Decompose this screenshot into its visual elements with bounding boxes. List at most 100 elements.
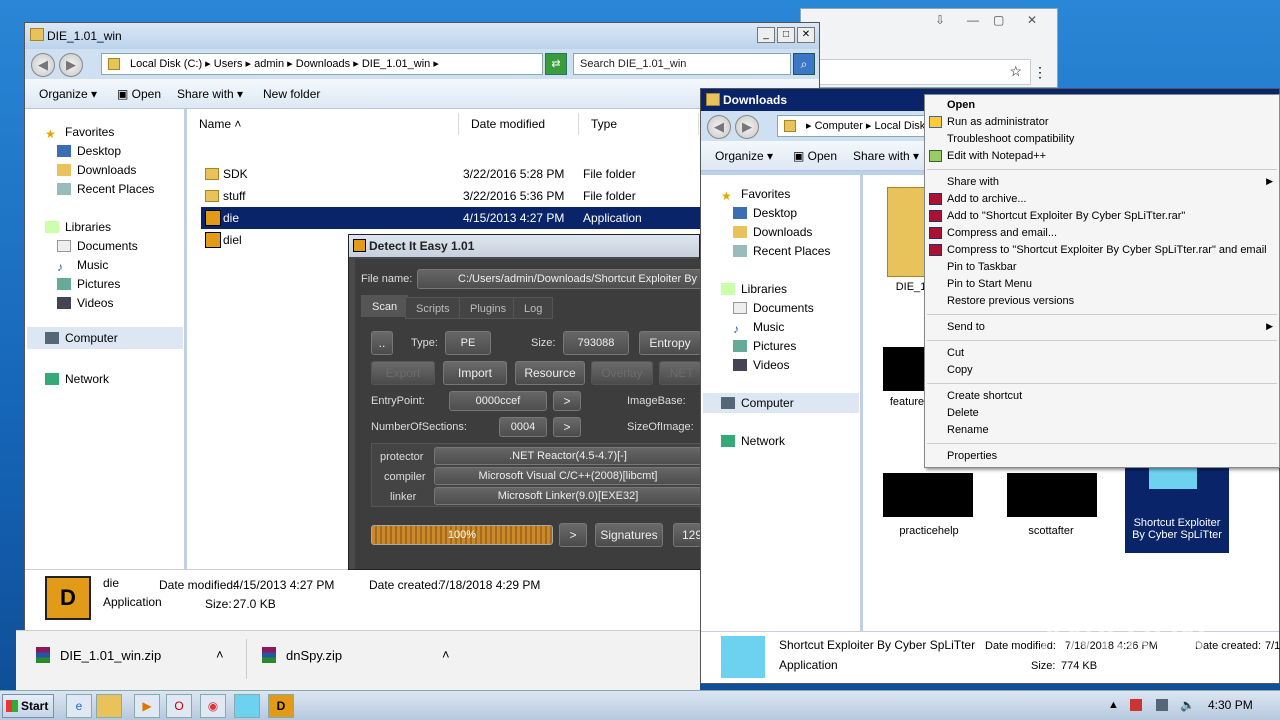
breadcrumb-die[interactable]: DIE_1.01_win (362, 58, 431, 70)
thumb-scottafter[interactable] (1007, 473, 1097, 517)
menu-copy[interactable]: Copy (947, 364, 973, 376)
nav-pictures[interactable]: Pictures (733, 339, 796, 353)
search-input[interactable]: Search DIE_1.01_win (573, 53, 791, 75)
star-icon[interactable]: ☆ (1009, 63, 1022, 80)
menu-properties[interactable]: Properties (947, 450, 997, 462)
profile-icon[interactable]: ⇩ (935, 13, 945, 27)
refresh-icon[interactable]: ⇄ (545, 53, 567, 75)
item-shortcut-exploiter-selected[interactable]: Shortcut Exploiter By Cyber SpLiTter (1125, 453, 1229, 553)
menu-run-as-admin[interactable]: Run as administrator (947, 116, 1049, 128)
nav-computer[interactable]: Computer (703, 393, 859, 413)
nav-music[interactable]: ♪ Music (733, 320, 784, 336)
item-scottafter[interactable]: scottafter (991, 525, 1111, 537)
column-name[interactable]: Name ˄ (187, 113, 459, 135)
menu-add-archive[interactable]: Add to archive... (947, 193, 1027, 205)
nav-documents[interactable]: Documents (57, 239, 138, 253)
menu-add-rar[interactable]: Add to "Shortcut Exploiter By Cyber SpLi… (947, 210, 1185, 222)
forward-button[interactable]: ▶ (59, 53, 83, 77)
die-app-icon[interactable]: D (268, 694, 294, 718)
browse-button[interactable]: .. (371, 331, 393, 355)
nav-favorites[interactable]: ★ Favorites (721, 187, 790, 203)
download-item-dnspy[interactable]: dnSpy.zip (262, 647, 342, 663)
progress-arrow-button[interactable]: > (559, 523, 587, 547)
signatures-button[interactable]: Signatures (595, 523, 663, 547)
menu-open[interactable]: Open (947, 99, 975, 111)
tray-arrow-icon[interactable]: ▲ (1108, 699, 1119, 711)
nav-videos[interactable]: Videos (733, 358, 789, 372)
explorer-icon[interactable] (96, 694, 122, 718)
breadcrumb-local-disk[interactable]: Local Disk (C:) (130, 58, 202, 70)
menu-cut[interactable]: Cut (947, 347, 964, 359)
overlay-button[interactable]: Overlay (591, 361, 653, 385)
entrypoint-arrow-button[interactable]: > (553, 391, 581, 411)
menu-pin-start[interactable]: Pin to Start Menu (947, 278, 1032, 290)
breadcrumb-computer[interactable]: Computer (815, 120, 863, 132)
nav-downloads[interactable]: Downloads (733, 225, 812, 239)
minimize-button[interactable]: _ (757, 27, 775, 43)
nav-downloads[interactable]: Downloads (57, 163, 136, 177)
close-button[interactable]: ✕ (797, 27, 815, 43)
item-shortcut-exploiter[interactable]: Shortcut Exploiter By Cyber SpLiTter (1127, 517, 1227, 541)
breadcrumb-users[interactable]: Users (214, 58, 243, 70)
nav-computer[interactable]: Computer (27, 327, 183, 349)
nav-recent[interactable]: Recent Places (57, 182, 154, 196)
download-chevron-icon[interactable]: ˄ (442, 647, 450, 662)
nav-pictures[interactable]: Pictures (57, 277, 120, 291)
address-bar[interactable]: ▸ Computer ▸ Local Disk (777, 115, 927, 137)
thumb-practicehelp[interactable] (883, 473, 973, 517)
volume-icon[interactable]: 🔈 (1180, 698, 1195, 712)
nav-videos[interactable]: Videos (57, 296, 113, 310)
download-item-die[interactable]: DIE_1.01_win.zip (36, 647, 161, 663)
tab-scan[interactable]: Scan (361, 295, 409, 317)
menu-pin-taskbar[interactable]: Pin to Taskbar (947, 261, 1017, 273)
net-button[interactable]: .NET (659, 361, 701, 385)
opera-icon[interactable]: O (166, 694, 192, 718)
nav-desktop[interactable]: Desktop (733, 206, 797, 220)
tab-plugins[interactable]: Plugins (459, 297, 518, 319)
menu-delete[interactable]: Delete (947, 407, 979, 419)
omnibox[interactable]: ☆ (801, 59, 1031, 85)
menu-icon[interactable]: ⋮ (1033, 64, 1047, 81)
address-bar[interactable]: Local Disk (C:) ▸ Users ▸ admin ▸ Downlo… (101, 53, 543, 75)
open-button[interactable]: ▣ Open (793, 149, 837, 163)
nav-desktop[interactable]: Desktop (57, 144, 121, 158)
tab-scripts[interactable]: Scripts (405, 297, 461, 319)
share-with-button[interactable]: Share with ▾ (177, 87, 243, 101)
forward-button[interactable]: ▶ (735, 115, 759, 139)
nav-libraries[interactable]: Libraries (721, 282, 787, 296)
title-bar[interactable]: DIE_1.01_win _ □ ✕ (25, 23, 819, 49)
menu-create-shortcut[interactable]: Create shortcut (947, 390, 1022, 402)
menu-edit-notepad[interactable]: Edit with Notepad++ (947, 150, 1046, 162)
back-button[interactable]: ◀ (31, 53, 55, 77)
new-folder-button[interactable]: New folder (263, 87, 320, 101)
resource-button[interactable]: Resource (515, 361, 585, 385)
download-chevron-icon[interactable]: ˄ (216, 647, 224, 662)
minimize-icon[interactable]: — (967, 13, 979, 27)
nav-recent[interactable]: Recent Places (733, 244, 830, 258)
app-icon[interactable] (234, 694, 260, 718)
chrome-icon[interactable]: ◉ (200, 694, 226, 718)
search-icon[interactable]: ⌕ (793, 53, 815, 75)
menu-troubleshoot[interactable]: Troubleshoot compatibility (947, 133, 1074, 145)
breadcrumb-admin[interactable]: admin (254, 58, 284, 70)
tab-log[interactable]: Log (513, 297, 554, 319)
share-with-button[interactable]: Share with ▾ (853, 149, 919, 163)
maximize-icon[interactable]: ▢ (993, 13, 1004, 27)
export-button[interactable]: Export (371, 361, 435, 385)
nav-documents[interactable]: Documents (733, 301, 814, 315)
organize-button[interactable]: Organize ▾ (39, 87, 97, 101)
media-player-icon[interactable]: ▶ (134, 694, 160, 718)
nav-libraries[interactable]: Libraries (45, 220, 111, 234)
action-center-icon[interactable] (1130, 699, 1142, 711)
breadcrumb-downloads[interactable]: Downloads (296, 58, 350, 70)
menu-compress-email[interactable]: Compress and email... (947, 227, 1057, 239)
die-title-bar[interactable]: Detect It Easy 1.01 (349, 235, 699, 257)
entropy-button[interactable]: Entropy (639, 331, 701, 355)
menu-share-with[interactable]: Share with (947, 176, 999, 188)
network-icon[interactable] (1156, 699, 1168, 711)
clock[interactable]: 4:30 PM (1208, 698, 1253, 712)
nav-network[interactable]: Network (45, 372, 109, 386)
nav-music[interactable]: ♪ Music (57, 258, 108, 274)
nav-network[interactable]: Network (721, 434, 785, 448)
nav-favorites[interactable]: ★ Favorites (45, 125, 114, 141)
